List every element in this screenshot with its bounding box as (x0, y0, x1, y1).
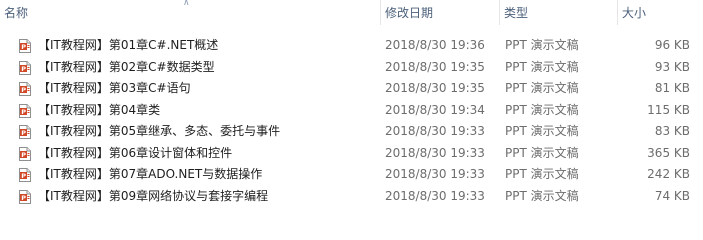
ppt-file-icon: P (19, 60, 31, 75)
sort-ascending-icon: ∧ (183, 0, 190, 8)
file-modified-date: 2018/8/30 19:33 (385, 188, 485, 203)
column-header-type-label: 类型 (504, 6, 529, 20)
ppt-file-icon: P (19, 82, 31, 96)
file-type: PPT 演示文稿 (505, 81, 579, 95)
file-row[interactable]: P 【IT教程网】第06章设计窗体和控件 2018/8/30 19:33 PPT 演示… (0, 143, 703, 165)
svg-text:P: P (21, 43, 26, 51)
file-row[interactable]: P 【IT教程网】第09章网络协议与套接字编程 2018/8/30 19:33 PPT… (0, 186, 703, 208)
file-size: 242 KB (647, 167, 690, 181)
file-modified-date: 2018/8/30 19:36 (385, 38, 485, 52)
svg-text:P: P (21, 151, 26, 159)
file-name: 【IT教程网】第05章继承、多态、委托与事件 (38, 124, 281, 138)
file-type: PPT 演示文稿 (505, 188, 579, 203)
file-row[interactable]: P 【IT教程网】第07章ADO.NET与数据操作 2018/8/30 19:33 P… (0, 164, 703, 186)
file-modified-date: 2018/8/30 19:35 (385, 59, 485, 74)
svg-text:P: P (21, 194, 26, 202)
file-type: PPT 演示文稿 (505, 124, 579, 138)
file-row[interactable]: P 【IT教程网】第01章C#.NET概述 2018/8/30 19:36 PPT 演… (0, 35, 703, 57)
file-type: PPT 演示文稿 (505, 167, 579, 181)
file-modified-date: 2018/8/30 19:34 (385, 102, 485, 117)
column-header-size-label: 大小 (622, 6, 647, 20)
svg-text:P: P (21, 86, 26, 94)
ppt-file-icon: P (19, 125, 31, 139)
ppt-file-icon: P (19, 103, 31, 118)
ppt-file-icon: P (19, 189, 31, 204)
ppt-file-icon: P (19, 146, 31, 161)
column-header-date[interactable]: 修改日期 (380, 0, 499, 25)
file-size: 93 KB (654, 59, 690, 74)
ppt-file-icon: P (19, 39, 31, 53)
file-modified-date: 2018/8/30 19:33 (385, 124, 485, 138)
svg-text:P: P (21, 108, 26, 116)
column-header-name-label: 名称 (4, 6, 29, 20)
file-size: 365 KB (647, 145, 690, 160)
file-modified-date: 2018/8/30 19:35 (385, 81, 485, 95)
svg-text:P: P (21, 172, 26, 180)
file-name: 【IT教程网】第04章类 (38, 102, 161, 117)
file-name: 【IT教程网】第01章C#.NET概述 (38, 38, 219, 52)
file-row[interactable]: P 【IT教程网】第03章C#语句 2018/8/30 19:35 PPT 演示文稿 8… (0, 78, 703, 100)
file-row[interactable]: P 【IT教程网】第04章类 2018/8/30 19:34 PPT 演示文稿 115 … (0, 100, 703, 122)
file-type: PPT 演示文稿 (505, 38, 579, 52)
file-name: 【IT教程网】第06章设计窗体和控件 (38, 145, 233, 160)
column-header-name[interactable]: ∧ 名称 (0, 0, 380, 25)
ppt-file-icon: P (19, 168, 31, 182)
file-name: 【IT教程网】第03章C#语句 (38, 81, 191, 95)
file-modified-date: 2018/8/30 19:33 (385, 167, 485, 181)
svg-text:P: P (21, 65, 26, 73)
column-header-bar: ∧ 名称 修改日期 类型 大小 (0, 0, 703, 25)
column-header-date-label: 修改日期 (385, 6, 434, 20)
column-header-size[interactable]: 大小 (617, 0, 703, 25)
file-size: 83 KB (654, 124, 690, 138)
file-type: PPT 演示文稿 (505, 102, 579, 117)
file-name: 【IT教程网】第07章ADO.NET与数据操作 (38, 167, 263, 181)
file-list: P 【IT教程网】第01章C#.NET概述 2018/8/30 19:36 PPT 演… (0, 35, 703, 207)
file-size: 81 KB (654, 81, 690, 95)
svg-text:P: P (21, 129, 26, 137)
file-size: 115 KB (647, 102, 690, 117)
file-size: 74 KB (654, 188, 690, 203)
file-size: 96 KB (654, 38, 690, 52)
file-row[interactable]: P 【IT教程网】第02章C#数据类型 2018/8/30 19:35 PPT 演示文… (0, 57, 703, 79)
file-name: 【IT教程网】第09章网络协议与套接字编程 (38, 188, 269, 203)
file-row[interactable]: P 【IT教程网】第05章继承、多态、委托与事件 2018/8/30 19:33 PP… (0, 121, 703, 143)
file-name: 【IT教程网】第02章C#数据类型 (38, 59, 215, 74)
column-header-type[interactable]: 类型 (499, 0, 617, 25)
file-type: PPT 演示文稿 (505, 145, 579, 160)
file-type: PPT 演示文稿 (505, 59, 579, 74)
file-modified-date: 2018/8/30 19:33 (385, 145, 485, 160)
